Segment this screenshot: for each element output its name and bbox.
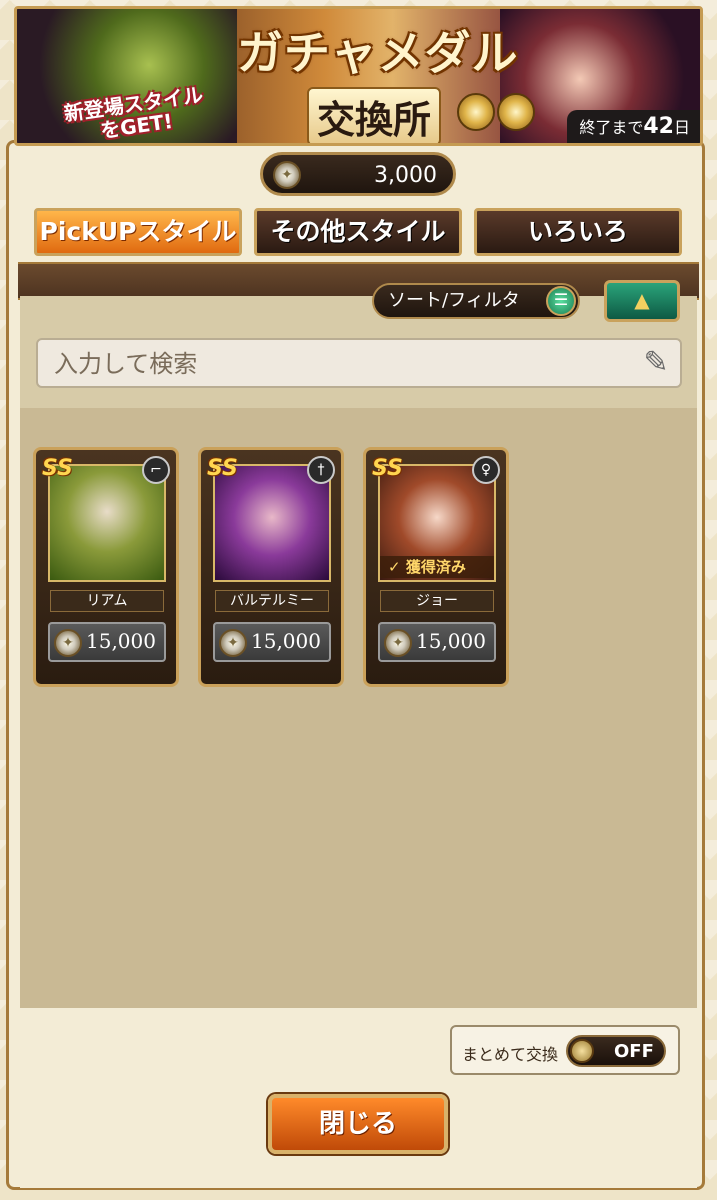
price-value: 15,000 [251,629,321,653]
tab-misc[interactable]: いろいろ [474,208,682,256]
bulk-exchange-label: まとめて交換 [462,1045,559,1064]
price-tag: 15,000 [48,622,166,662]
exchange-card[interactable]: SS † バルテルミー 15,000 [198,447,344,687]
sort-filter-button[interactable]: ソート/フィルタ ☰ [372,283,580,319]
section-divider [18,262,699,300]
sword-icon: † [307,456,335,484]
medal-coin-icon [219,629,247,657]
character-name: ジョー [380,590,494,612]
close-button[interactable]: 閉じる [268,1094,448,1154]
price-value: 15,000 [416,629,486,653]
medal-coin-icon [384,629,412,657]
character-name: バルテルミー [215,590,329,612]
price-value: 15,000 [86,629,156,653]
owned-badge: ✓ 獲得済み [380,556,494,578]
collapse-filter-button[interactable]: ▲ [604,280,680,322]
medal-balance: 3,000 [260,152,456,196]
end-countdown: 終了まで42日 [567,110,700,143]
bulk-exchange-toggle[interactable]: OFF [566,1035,666,1067]
end-suffix: 日 [673,118,690,137]
medal-icon [457,93,495,131]
edit-icon[interactable]: ✎ [638,346,674,380]
tab-other-style[interactable]: その他スタイル [254,208,462,256]
end-prefix: 終了まで [579,118,644,137]
search-input[interactable] [52,346,636,382]
bulk-exchange-control: まとめて交換 OFF [450,1025,680,1075]
rank-badge: SS [42,456,73,481]
exchange-card[interactable]: SS ♀ ✓ 獲得済み ジョー 15,000 [363,447,509,687]
staff-icon: ♀ [472,456,500,484]
medal-balance-value: 3,000 [374,163,437,188]
category-tabs: PickUPスタイル その他スタイル いろいろ [34,208,684,258]
medal-icon [497,93,535,131]
menu-icon: ☰ [546,286,576,316]
check-icon: ✓ [388,558,401,576]
rank-badge: SS [207,456,238,481]
sort-filter-label: ソート/フィルタ [388,290,520,311]
owned-label: 獲得済み [405,558,466,576]
toggle-knob [570,1039,594,1063]
rank-badge: SS [372,456,403,481]
banner-subtitle: 交換所 [307,87,442,143]
toggle-state: OFF [614,1041,654,1062]
gun-icon: ⌐ [142,456,170,484]
triangle-up-icon: ▲ [634,288,650,312]
medal-coin-icon [273,161,301,189]
medal-coin-icon [54,629,82,657]
event-banner[interactable]: ガチャメダル 交換所 新登場スタイル をGET! 終了まで42日 [14,6,703,146]
end-days: 42 [643,114,674,139]
price-tag: 15,000 [213,622,331,662]
search-box: ✎ [36,338,682,388]
tab-pickup-style[interactable]: PickUPスタイル [34,208,242,256]
banner-title: ガチャメダル [237,26,519,80]
medal-icons [457,93,537,135]
character-name: リアム [50,590,164,612]
exchange-card[interactable]: SS ⌐ リアム 15,000 [33,447,179,687]
price-tag: 15,000 [378,622,496,662]
